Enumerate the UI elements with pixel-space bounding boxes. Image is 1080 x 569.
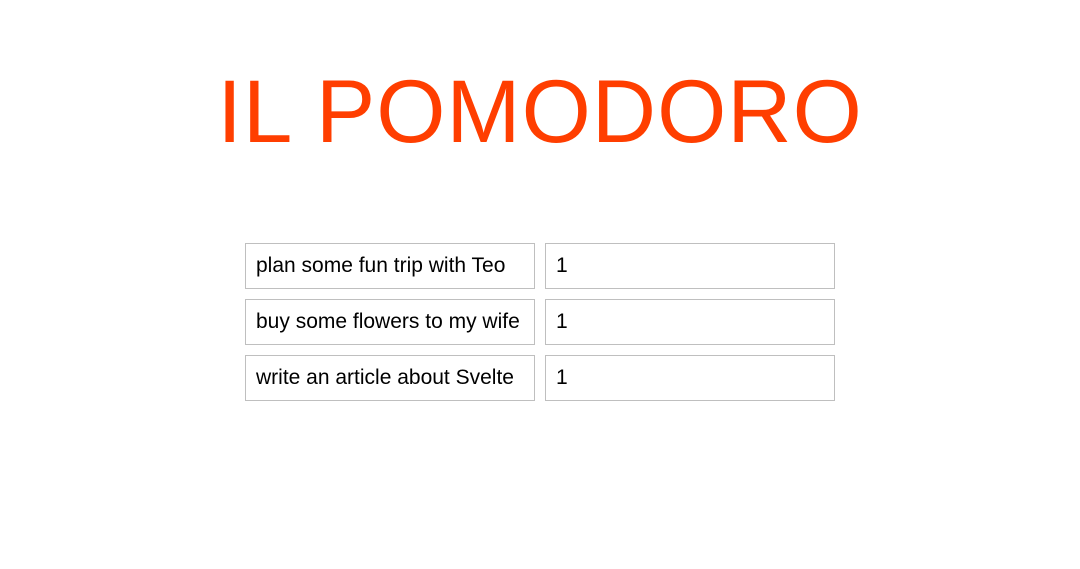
task-name-input[interactable]	[245, 243, 535, 289]
app-title: IL POMODORO	[217, 60, 863, 163]
task-row	[245, 299, 835, 345]
task-list	[245, 243, 835, 401]
task-name-input[interactable]	[245, 355, 535, 401]
task-count-input[interactable]	[545, 243, 835, 289]
task-count-input[interactable]	[545, 355, 835, 401]
task-row	[245, 355, 835, 401]
task-name-input[interactable]	[245, 299, 535, 345]
task-row	[245, 243, 835, 289]
task-count-input[interactable]	[545, 299, 835, 345]
